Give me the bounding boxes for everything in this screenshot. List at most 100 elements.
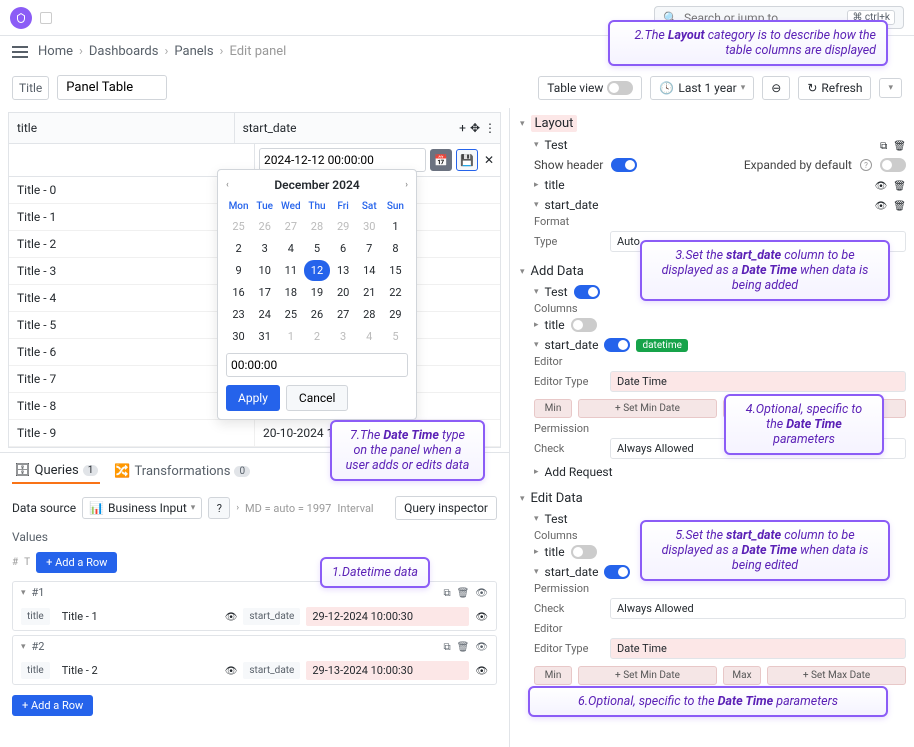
time-range-button[interactable]: 🕓 Last 1 year ▾ [650, 76, 754, 100]
editor-type-select[interactable]: Date Time [610, 371, 906, 392]
breadcrumb-panels[interactable]: Panels [174, 44, 213, 59]
add-row-button-bottom[interactable]: + Add a Row [12, 695, 93, 716]
chevron-right-icon[interactable]: ▸ [534, 320, 539, 330]
breadcrumb-home[interactable]: Home [38, 44, 73, 59]
title-column-item[interactable]: title [545, 318, 565, 332]
calendar-day[interactable]: 19 [304, 282, 329, 303]
start-date-value[interactable]: 29-13-2024 10:00:30 [306, 661, 469, 680]
calendar-day[interactable]: 1 [383, 216, 408, 237]
trash-icon[interactable] [457, 586, 470, 599]
start-date-column-item[interactable]: start_date [545, 565, 599, 579]
help-icon[interactable]: ? [860, 159, 872, 171]
next-month-icon[interactable]: › [405, 180, 408, 190]
title-column-item[interactable]: title [545, 178, 565, 192]
set-max-date-button[interactable]: + Set Max Date [767, 666, 906, 685]
trash-icon[interactable] [893, 178, 906, 192]
chevron-down-icon[interactable]: ▾ [534, 514, 539, 524]
eye-icon[interactable] [475, 586, 488, 599]
editor-type-select[interactable]: Date Time [610, 638, 906, 659]
calendar-day[interactable]: 4 [357, 326, 382, 347]
calendar-day[interactable]: 26 [252, 216, 277, 237]
trash-icon[interactable] [457, 640, 470, 653]
calendar-day[interactable]: 31 [252, 326, 277, 347]
calendar-day[interactable]: 1 [278, 326, 303, 347]
add-column-icon[interactable]: + [459, 121, 466, 135]
calendar-day[interactable]: 27 [331, 304, 356, 325]
cancel-button[interactable]: Cancel [286, 385, 349, 411]
calendar-day[interactable]: 21 [357, 282, 382, 303]
query-inspector-button[interactable]: Query inspector [395, 496, 497, 520]
calendar-day[interactable]: 23 [226, 304, 251, 325]
calendar-day[interactable]: 29 [331, 216, 356, 237]
datasource-help-icon[interactable]: ? [208, 497, 230, 519]
column-start-date[interactable]: start_date [235, 113, 460, 143]
calendar-day[interactable]: 7 [357, 238, 382, 259]
calendar-day[interactable]: 15 [383, 260, 408, 281]
calendar-day[interactable]: 4 [278, 238, 303, 259]
calendar-day[interactable]: 28 [304, 216, 329, 237]
add-request-item[interactable]: Add Request [545, 465, 613, 479]
eye-icon[interactable] [475, 664, 488, 677]
add-row-button[interactable]: + Add a Row [36, 552, 117, 573]
calendar-day[interactable]: 10 [252, 260, 277, 281]
calendar-day[interactable]: 26 [304, 304, 329, 325]
save-icon[interactable]: 💾 [456, 149, 478, 171]
prev-month-icon[interactable]: ‹ [226, 180, 229, 190]
eye-icon[interactable] [475, 610, 488, 623]
sidebar-toggle-icon[interactable] [40, 12, 52, 24]
calendar-day[interactable]: 3 [252, 238, 277, 259]
eye-icon[interactable] [475, 640, 488, 653]
title-enable-toggle[interactable] [571, 318, 597, 332]
calendar-day[interactable]: 28 [357, 304, 382, 325]
drag-handle-icon[interactable]: ✥ [470, 121, 480, 135]
calendar-day[interactable]: 22 [383, 282, 408, 303]
copy-icon[interactable] [880, 138, 887, 152]
calendar-day[interactable]: 16 [226, 282, 251, 303]
calendar-day[interactable]: 2 [304, 326, 329, 347]
start-date-enable-toggle[interactable] [604, 338, 630, 352]
chevron-right-icon[interactable]: ▸ [534, 547, 539, 557]
layout-section[interactable]: Layout [531, 115, 578, 132]
expanded-toggle[interactable] [880, 158, 906, 172]
show-header-toggle[interactable] [611, 158, 637, 172]
chevron-down-icon[interactable]: ▾ [534, 567, 539, 577]
trash-icon[interactable] [893, 198, 906, 212]
panel-title-input[interactable] [57, 75, 167, 100]
start-date-column-item[interactable]: start_date [545, 198, 599, 212]
copy-icon[interactable] [443, 586, 450, 599]
calendar-day[interactable]: 29 [383, 304, 408, 325]
tab-transformations[interactable]: 🔀 Transformations 0 [112, 460, 252, 483]
calendar-day[interactable]: 27 [278, 216, 303, 237]
calendar-day[interactable]: 18 [278, 282, 303, 303]
test-toggle[interactable] [574, 285, 600, 299]
set-min-date-button[interactable]: + Set Min Date [578, 666, 717, 685]
trash-icon[interactable] [893, 138, 906, 152]
eye-icon[interactable] [225, 664, 238, 677]
tab-queries[interactable]: 🗄 Queries 1 [12, 459, 100, 484]
start-date-value[interactable]: 29-12-2024 10:00:30 [306, 607, 469, 626]
calendar-day[interactable]: 5 [304, 238, 329, 259]
chevron-down-icon[interactable]: ▾ [520, 494, 525, 504]
calendar-day[interactable]: 11 [278, 260, 303, 281]
calendar-day[interactable]: 6 [331, 238, 356, 259]
chevron-down-icon[interactable]: ▾ [520, 267, 525, 277]
refresh-interval-button[interactable]: ▾ [879, 78, 902, 98]
chevron-right-icon[interactable]: ▸ [534, 180, 539, 190]
calendar-day[interactable]: 25 [278, 304, 303, 325]
apply-button[interactable]: Apply [226, 385, 280, 411]
calendar-day[interactable]: 20 [331, 282, 356, 303]
calendar-day[interactable]: 30 [357, 216, 382, 237]
calendar-day[interactable]: 14 [357, 260, 382, 281]
eye-icon[interactable] [875, 198, 888, 212]
calendar-day[interactable]: 5 [383, 326, 408, 347]
calendar-day[interactable]: 30 [226, 326, 251, 347]
refresh-button[interactable]: ↻ Refresh [798, 76, 871, 100]
eye-icon[interactable] [225, 610, 238, 623]
time-input[interactable] [226, 353, 408, 377]
title-value[interactable]: Title - 1 [56, 607, 219, 626]
calendar-day[interactable]: 3 [331, 326, 356, 347]
chevron-down-icon[interactable]: ▾ [21, 588, 26, 598]
datasource-select[interactable]: 📊 Business Input ▾ [82, 497, 202, 519]
calendar-day[interactable]: 24 [252, 304, 277, 325]
calendar-day[interactable]: 17 [252, 282, 277, 303]
